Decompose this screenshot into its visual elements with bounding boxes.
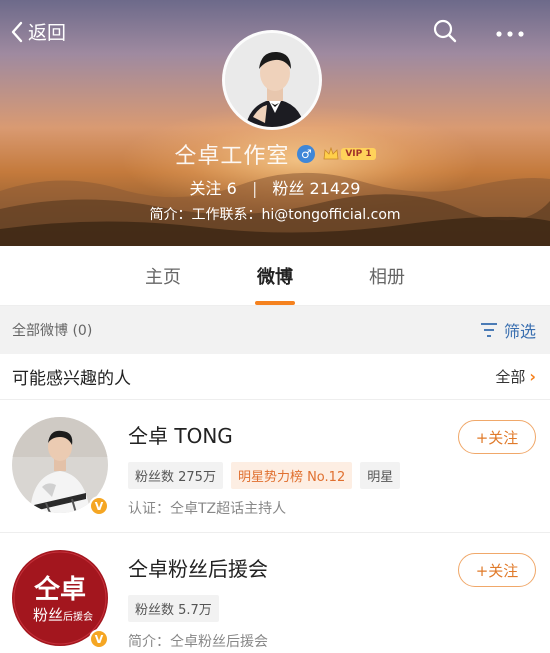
chevron-right-icon: › [529,367,536,386]
followers-count: 21429 [309,179,361,198]
user-description: 简介：仝卓粉丝后援会 [128,634,268,650]
category-tag: 明星 [360,462,401,489]
follow-button[interactable]: +关注 [458,420,536,454]
crown-icon [323,147,339,160]
vip-text: VIP [345,149,363,159]
profile-avatar[interactable] [222,30,322,130]
suggestions-title: 可能感兴趣的人 [12,369,131,389]
verified-badge-icon: V [89,496,109,516]
see-all-button[interactable]: 全部 › [495,366,536,387]
vip-badge[interactable]: VIP 1 [323,147,376,161]
suggested-user-card[interactable]: 仝卓 粉丝 后援会 V 仝卓粉丝后援会 粉丝数 5.7万 简介：仝卓粉丝后援会 … [0,533,550,653]
profile-tabs: 主页 微博 相册 [0,246,550,306]
more-button[interactable] [495,24,525,43]
weibo-filter-bar: 全部微博 (0) 筛选 [0,306,550,354]
followers-tag: 粉丝数 275万 [128,462,223,489]
user-tags: 粉丝数 275万 明星势力榜 No.12 明星 [128,462,401,489]
suggested-user-card[interactable]: V 仝卓 TONG 粉丝数 275万 明星势力榜 No.12 明星 认证：仝卓T… [0,400,550,533]
following-label: 关注 [189,179,222,198]
profile-name-row: 仝卓工作室 ♂ VIP 1 [0,138,550,170]
following-count: 6 [226,179,237,198]
ranking-tag[interactable]: 明星势力榜 No.12 [230,462,353,489]
follow-button[interactable]: +关注 [458,553,536,587]
logo-small-text: 后援会 [63,610,93,623]
user-description: 认证：仝卓TZ超话主持人 [128,501,287,517]
weibo-count: 全部微博 (0) [12,323,93,339]
verified-badge-icon: V [89,629,109,649]
tab-weibo[interactable]: 微博 [253,257,297,305]
tab-home[interactable]: 主页 [141,257,185,295]
suggestions-header: 可能感兴趣的人 全部 › [0,354,550,400]
vip-label: VIP 1 [341,148,376,160]
vip-level: 1 [365,149,372,159]
profile-banner: 返回 仝卓工作室 ♂ VIP 1 关注 6 | 粉丝 21429 简介：工作联系… [0,0,550,246]
back-label: 返回 [28,22,67,44]
followers-link[interactable]: 粉丝 21429 [272,179,360,198]
user-tags: 粉丝数 5.7万 [128,595,219,622]
follow-stats: 关注 6 | 粉丝 21429 [0,175,550,199]
logo-main-text: 仝卓 [34,574,86,605]
back-button[interactable]: 返回 [10,18,66,45]
logo-sub-text: 粉丝 [33,606,63,624]
male-gender-icon: ♂ [297,145,316,163]
search-button[interactable] [432,18,458,48]
see-all-label: 全部 [495,368,526,386]
tab-album[interactable]: 相册 [365,257,409,295]
followers-tag: 粉丝数 5.7万 [128,595,219,622]
more-dots-icon [496,31,524,37]
stats-divider: | [251,179,258,198]
user-name[interactable]: 仝卓 TONG [128,420,233,449]
chevron-left-icon [11,21,23,42]
following-link[interactable]: 关注 6 [190,179,242,198]
profile-name: 仝卓工作室 [174,144,290,169]
filter-button[interactable]: 筛选 [480,318,536,342]
followers-label: 粉丝 [272,179,305,198]
filter-icon [480,323,497,337]
profile-intro: 简介：工作联系：hi@tongofficial.com [149,207,401,223]
user-name[interactable]: 仝卓粉丝后援会 [128,553,268,582]
filter-label: 筛选 [503,322,536,341]
search-icon [433,19,457,43]
